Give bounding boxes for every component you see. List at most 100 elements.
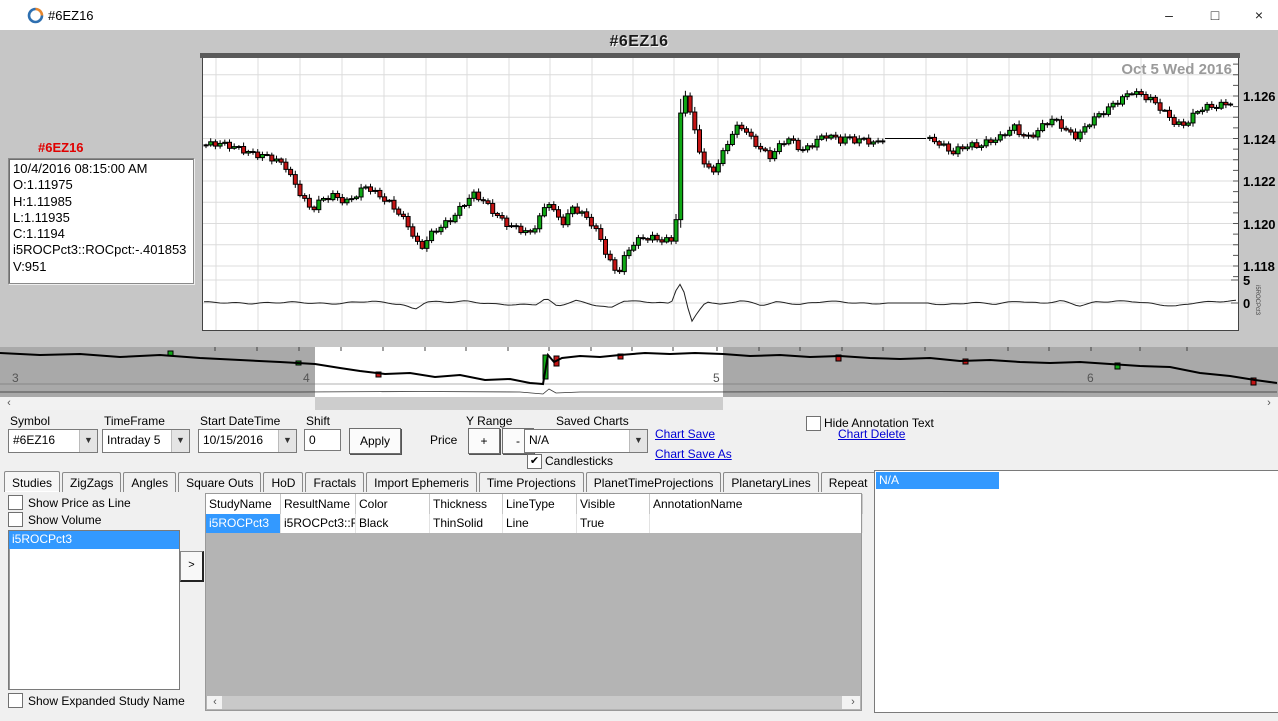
column-header-color[interactable]: Color (356, 494, 430, 514)
tab-zigzags[interactable]: ZigZags (62, 472, 121, 492)
controls-toolbar: Symbol #6EZ16 ▼ TimeFrame Intraday 5 ▼ S… (0, 410, 1278, 470)
show-volume-checkbox[interactable] (8, 512, 23, 527)
tab-time-projections[interactable]: Time Projections (479, 472, 584, 492)
scrollbar-thumb[interactable] (315, 397, 723, 410)
studies-tab-strip: StudiesZigZagsAnglesSquare OutsHoDFracta… (4, 470, 878, 492)
column-header-studyname[interactable]: StudyName (206, 494, 281, 514)
show-expanded-study-name-label: Show Expanded Study Name (28, 694, 185, 708)
overview-mini-chart[interactable]: 3456 (0, 347, 1278, 397)
start-datetime-label: Start DateTime (200, 414, 280, 428)
table-scroll-right-arrow[interactable]: › (846, 696, 860, 709)
study-list-item-selected[interactable]: i5ROCPct3 (9, 531, 179, 549)
timeframe-label: TimeFrame (104, 414, 165, 428)
table-horizontal-scrollbar[interactable]: ‹ › (207, 696, 860, 709)
table-scrollbar-thumb[interactable] (222, 696, 842, 709)
symbol-combobox[interactable]: #6EZ16 ▼ (8, 429, 98, 453)
show-expanded-study-name-checkbox[interactable] (8, 693, 23, 708)
chart-horizontal-scrollbar[interactable]: ‹ › (0, 397, 1278, 410)
tab-hod[interactable]: HoD (263, 472, 303, 492)
candlesticks-checkbox[interactable]: ✔ (527, 454, 542, 469)
y-axis-price-label: 1.122 (1243, 174, 1278, 189)
tab-planettimeprojections[interactable]: PlanetTimeProjections (586, 472, 722, 492)
y-axis-price-label: 1.120 (1243, 217, 1278, 232)
chevron-down-icon[interactable]: ▼ (79, 430, 97, 452)
table-cell-thickness[interactable]: ThinSolid (430, 514, 503, 533)
tab-import-ephemeris[interactable]: Import Ephemeris (366, 472, 477, 492)
tab-planetarylines[interactable]: PlanetaryLines (723, 472, 818, 492)
tab-square-outs[interactable]: Square Outs (178, 472, 261, 492)
tab-repeat[interactable]: Repeat (821, 472, 876, 492)
title-bar: #6EZ16 – □ × (0, 0, 1278, 31)
show-price-as-line-checkbox[interactable] (8, 495, 23, 510)
app-window: { "window": { "title": "#6EZ16", "contro… (0, 0, 1278, 721)
y-range-plus-button[interactable]: + (468, 428, 500, 454)
window-title: #6EZ16 (48, 8, 94, 23)
timeframe-combobox[interactable]: Intraday 5 ▼ (102, 429, 190, 453)
ohlc-info-panel: 10/4/2016 08:15:00 AMO:1.11975H:1.11985L… (8, 158, 194, 284)
tab-angles[interactable]: Angles (123, 472, 176, 492)
app-logo-icon (27, 7, 44, 24)
add-study-button[interactable]: > (180, 551, 204, 582)
symbol-label: Symbol (10, 414, 50, 428)
study-listbox[interactable]: i5ROCPct3 (8, 530, 180, 690)
start-datetime-value: 10/15/2016 (203, 433, 263, 447)
y-axis-indicator-label: 0 (1243, 296, 1278, 311)
column-header-resultname[interactable]: ResultName (281, 494, 356, 514)
show-price-as-line-label: Show Price as Line (28, 496, 131, 510)
svg-text:4: 4 (303, 371, 310, 385)
column-header-thickness[interactable]: Thickness (430, 494, 503, 514)
studies-table-header: StudyNameResultNameColorThicknessLineTyp… (206, 494, 861, 515)
table-cell-color[interactable]: Black (356, 514, 430, 533)
table-cell-studyname[interactable]: i5ROCPct3 (206, 514, 281, 533)
time-x-axis: 12345678910111212345678910110 (0, 331, 1278, 347)
chart-save-as-link[interactable]: Chart Save As (655, 447, 732, 461)
table-scroll-left-arrow[interactable]: ‹ (208, 696, 222, 709)
saved-charts-combobox[interactable]: N/A ▼ (524, 429, 648, 453)
svg-text:3: 3 (12, 371, 19, 385)
minimize-button[interactable]: – (1146, 0, 1192, 30)
chart-save-link[interactable]: Chart Save (655, 427, 715, 441)
timeframe-value: Intraday 5 (107, 433, 160, 447)
tab-studies[interactable]: Studies (4, 471, 60, 492)
y-range-label: Y Range (466, 414, 512, 428)
chevron-down-icon[interactable]: ▼ (171, 430, 189, 452)
table-cell-linetype[interactable]: Line (503, 514, 577, 533)
indicator-axis-label: i5ROCPct3 (1254, 285, 1260, 315)
info-symbol-label: #6EZ16 (38, 140, 84, 155)
hide-annotation-checkbox[interactable] (806, 416, 821, 431)
apply-button[interactable]: Apply (349, 428, 401, 454)
table-row[interactable]: i5ROCPct3i5ROCPct3::ROCpBlackThinSolidLi… (206, 514, 861, 533)
table-cell-annotationname[interactable] (650, 514, 863, 533)
price-label: Price (430, 433, 457, 447)
chevron-down-icon[interactable]: ▼ (278, 430, 296, 452)
column-header-linetype[interactable]: LineType (503, 494, 577, 514)
table-cell-resultname[interactable]: i5ROCPct3::ROCp (281, 514, 356, 533)
candlesticks-label: Candlesticks (545, 454, 613, 468)
hide-annotation-label: Hide Annotation Text (824, 416, 934, 430)
close-button[interactable]: × (1236, 0, 1278, 30)
maximize-button[interactable]: □ (1192, 0, 1238, 30)
y-axis-price-label: 1.118 (1243, 259, 1278, 274)
chart-title: #6EZ16 (0, 33, 1278, 51)
chart-date-label: Oct 5 Wed 2016 (1121, 61, 1232, 78)
start-datetime-combobox[interactable]: 10/15/2016 ▼ (198, 429, 297, 453)
info-line: O:1.11975 (13, 177, 189, 193)
info-line: 10/4/2016 08:15:00 AM (13, 161, 189, 177)
scroll-right-arrow[interactable]: › (1262, 397, 1276, 410)
annotation-item-selected[interactable]: N/A (876, 472, 999, 489)
shift-input[interactable]: 0 (304, 429, 341, 451)
column-header-annotationname[interactable]: AnnotationName (650, 494, 863, 514)
table-cell-visible[interactable]: True (577, 514, 650, 533)
scroll-left-arrow[interactable]: ‹ (2, 397, 16, 410)
chevron-down-icon[interactable]: ▼ (629, 430, 647, 452)
info-line: L:1.11935 (13, 210, 189, 226)
annotation-listbox[interactable]: N/A (874, 470, 1278, 713)
symbol-value: #6EZ16 (13, 433, 55, 447)
svg-text:6: 6 (1087, 371, 1094, 385)
saved-charts-label: Saved Charts (556, 414, 629, 428)
price-chart-plot[interactable]: Oct 5 Wed 2016 (202, 58, 1239, 331)
column-header-visible[interactable]: Visible (577, 494, 650, 514)
show-volume-label: Show Volume (28, 513, 101, 527)
tab-fractals[interactable]: Fractals (305, 472, 364, 492)
shift-label: Shift (306, 414, 330, 428)
